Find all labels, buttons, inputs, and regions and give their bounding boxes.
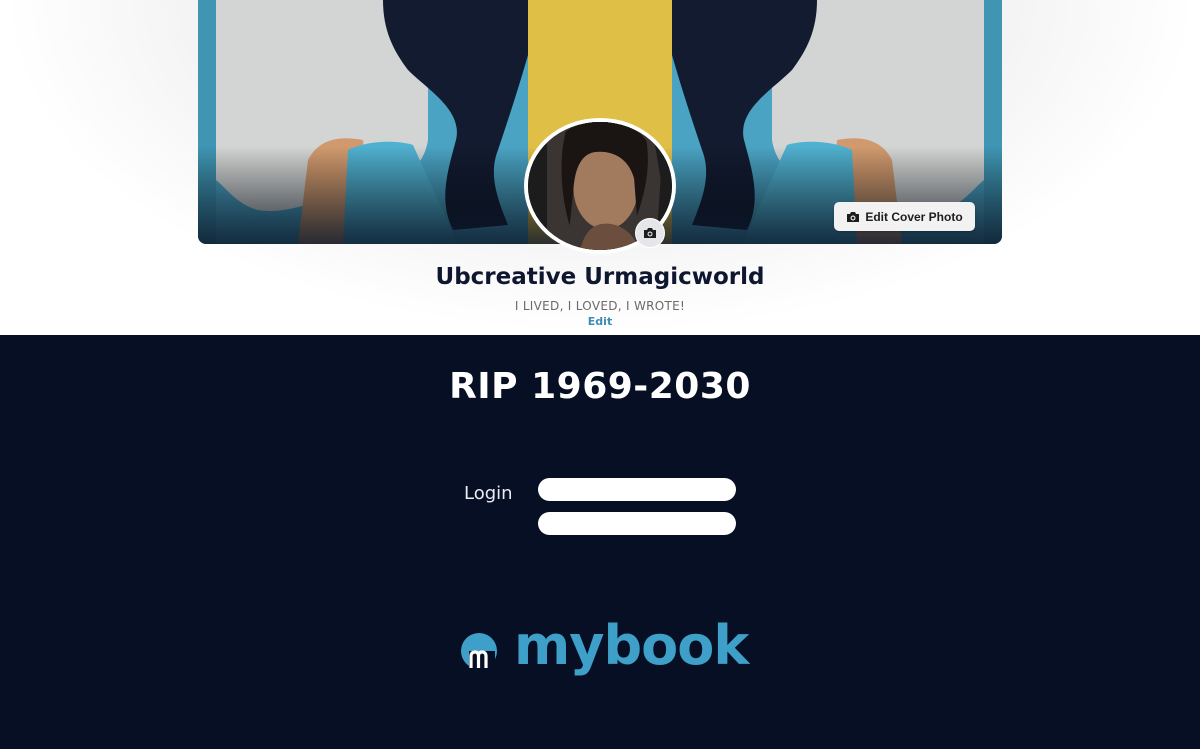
login-username-input[interactable] — [538, 478, 736, 501]
profile-name: Ubcreative Urmagicworld — [435, 264, 765, 290]
mybook-logo-mark-icon — [461, 633, 497, 670]
memorial-title: RIP 1969-2030 — [449, 366, 751, 407]
edit-avatar-button[interactable] — [635, 218, 665, 248]
camera-icon — [644, 228, 656, 238]
edit-profile-link-row: Edit — [0, 315, 1200, 328]
mybook-logo-text: mybook — [514, 614, 749, 677]
profile-tagline: I LIVED, I LOVED, I WROTE! — [514, 299, 686, 313]
edit-profile-link[interactable]: Edit — [588, 315, 612, 328]
camera-icon — [847, 211, 860, 222]
login-password-input[interactable] — [538, 512, 736, 535]
mybook-logo: mybook — [460, 616, 750, 680]
profile-avatar[interactable] — [524, 118, 676, 254]
edit-cover-photo-button[interactable]: Edit Cover Photo — [834, 202, 975, 231]
login-label: Login — [464, 483, 513, 504]
profile-header: Edit Cover Photo Ubcreative Urmagicworld… — [0, 0, 1200, 335]
edit-cover-photo-label: Edit Cover Photo — [865, 209, 963, 224]
